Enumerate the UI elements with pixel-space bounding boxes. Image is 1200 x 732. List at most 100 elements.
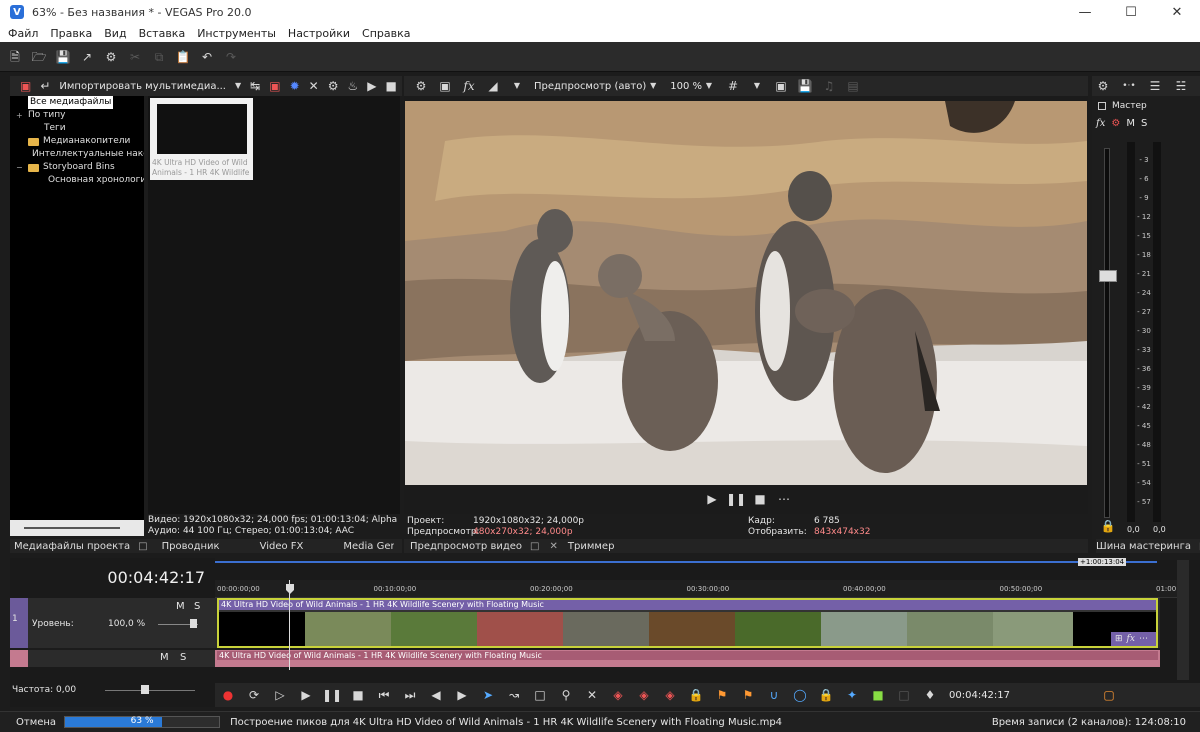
grid-icon[interactable]: # xyxy=(726,79,740,93)
tab-close-icon[interactable]: □ xyxy=(530,541,539,552)
copy-snapshot-icon[interactable]: ▣ xyxy=(774,79,788,93)
master-fx-icon[interactable]: fx xyxy=(1096,118,1105,129)
tab-media-generators[interactable]: Media Generators xyxy=(343,541,394,552)
tree-item-all-media[interactable]: Все медиафайлы xyxy=(10,96,144,109)
track-mute-button[interactable]: M xyxy=(160,652,169,663)
crop-icon[interactable]: ⊞ xyxy=(1115,634,1123,644)
external-monitor-icon[interactable]: ▣ xyxy=(438,79,452,93)
chevron-down-icon[interactable]: ▼ xyxy=(646,79,660,93)
track-solo-button[interactable]: S xyxy=(180,652,186,663)
expand-icon[interactable]: + xyxy=(16,109,24,122)
open-folder-icon[interactable]: 🗁 xyxy=(32,50,47,64)
marker-icon[interactable]: ⚑ xyxy=(715,688,729,702)
export-icon[interactable]: ↗ xyxy=(80,50,94,64)
collapse-icon[interactable]: − xyxy=(16,161,24,174)
play-icon[interactable]: ▶ xyxy=(367,79,376,93)
delete-icon[interactable]: ✕ xyxy=(585,688,599,702)
master-solo-button[interactable]: S xyxy=(1141,118,1147,129)
chevron-down-icon[interactable]: ▼ xyxy=(750,79,764,93)
loop-region-bar[interactable] xyxy=(215,561,1157,563)
import-icon[interactable]: ↵ xyxy=(40,79,50,93)
play-from-start-icon[interactable]: ▷ xyxy=(273,688,287,702)
go-to-start-icon[interactable]: ⏮ xyxy=(377,688,391,702)
next-frame-icon[interactable]: ▶ xyxy=(455,688,469,702)
master-settings-gear-icon[interactable]: ⚙ xyxy=(1096,79,1110,93)
tree-scrollbar[interactable] xyxy=(10,520,144,536)
edit-tool-icon[interactable]: ➤ xyxy=(481,688,495,702)
more-icon[interactable]: ⋯ xyxy=(777,492,791,506)
tree-item-storyboard-bins[interactable]: − Storyboard Bins xyxy=(10,161,144,174)
chevron-down-icon[interactable]: ▼ xyxy=(702,79,716,93)
play-icon[interactable]: ▶ xyxy=(705,492,719,506)
marker-pin-icon[interactable]: ♦ xyxy=(923,688,937,702)
menu-view[interactable]: Вид xyxy=(104,27,126,40)
import-media-dropdown[interactable]: Импортировать мультимедиа... xyxy=(59,81,226,92)
more-icon[interactable]: ⋯ xyxy=(1139,634,1148,644)
tab-master-bus[interactable]: Шина мастеринга xyxy=(1096,541,1191,552)
cut-icon[interactable]: ✂ xyxy=(128,50,142,64)
master-mute-button[interactable]: M xyxy=(1126,118,1135,129)
envelope-tool-icon[interactable]: ↝ xyxy=(507,688,521,702)
remove-media-icon[interactable]: ▣ xyxy=(20,79,31,93)
snapping-icon[interactable]: ∪ xyxy=(767,688,781,702)
color-match-icon[interactable]: ■ xyxy=(871,688,885,702)
audio-event-clip[interactable]: 4K Ultra HD Video of Wild Animals - 1 HR… xyxy=(217,651,1158,666)
paste-icon[interactable]: 📋 xyxy=(176,50,191,64)
media-fx-icon[interactable]: ♨ xyxy=(347,79,358,93)
menu-insert[interactable]: Вставка xyxy=(139,27,186,40)
settings-gear-icon[interactable]: ⚙ xyxy=(104,50,118,64)
fx-icon[interactable]: fx xyxy=(462,79,476,93)
tree-item-smart-bins[interactable]: Интеллектуальные накопители xyxy=(10,148,144,161)
web-icon[interactable]: ✹ xyxy=(290,79,300,93)
zoom-tool-icon[interactable]: ⚲ xyxy=(559,688,573,702)
overlay-icon[interactable]: ▤ xyxy=(846,79,860,93)
selection-tool-icon[interactable]: □ xyxy=(533,688,547,702)
split-screen-icon[interactable]: ◢ xyxy=(486,79,500,93)
cancel-button[interactable]: Отмена xyxy=(16,717,56,728)
capture-icon[interactable]: ↹ xyxy=(250,79,260,93)
menu-help[interactable]: Справка xyxy=(362,27,410,40)
menu-options[interactable]: Настройки xyxy=(288,27,350,40)
prev-frame-icon[interactable]: ◀ xyxy=(429,688,443,702)
chevron-down-icon[interactable]: ▼ xyxy=(510,79,524,93)
region-icon[interactable]: ⚑ xyxy=(741,688,755,702)
menu-edit[interactable]: Правка xyxy=(50,27,92,40)
media-thumbnail[interactable]: 4K Ultra HD Video of Wild Animals - 1 HR… xyxy=(150,98,253,180)
tree-item-media-bins[interactable]: Медианакопители xyxy=(10,135,144,148)
tab-video-fx[interactable]: Video FX xyxy=(260,541,304,552)
timeline-vscrollbar[interactable] xyxy=(1177,560,1189,680)
clip-fx-icon[interactable]: fx xyxy=(1127,634,1135,644)
new-file-icon[interactable]: 🗎 xyxy=(8,50,22,64)
split-icon[interactable]: ◈ xyxy=(663,688,677,702)
capture-video-icon[interactable]: ▣ xyxy=(269,79,280,93)
trim-start-icon[interactable]: ◈ xyxy=(611,688,625,702)
selection-icon[interactable]: □ xyxy=(897,688,911,702)
tab-video-preview[interactable]: Предпросмотр видео xyxy=(410,541,522,552)
tab-explorer[interactable]: Проводник xyxy=(162,541,220,552)
ignore-grouping-icon[interactable]: ✦ xyxy=(845,688,859,702)
minimize-icon[interactable]: — xyxy=(1062,0,1108,24)
properties-gear-icon[interactable]: ⚙ xyxy=(328,79,339,93)
record-icon[interactable]: ● xyxy=(221,688,235,702)
close-icon[interactable]: ✕ xyxy=(1154,0,1200,24)
menu-file[interactable]: Файл xyxy=(8,27,38,40)
loop-icon[interactable]: ⟳ xyxy=(247,688,261,702)
lock-icon[interactable]: 🔒 xyxy=(1101,519,1116,533)
stop-icon[interactable]: ■ xyxy=(385,79,396,93)
redo-icon[interactable]: ↷ xyxy=(224,50,238,64)
save-icon[interactable]: 💾 xyxy=(56,50,71,64)
rate-slider-handle[interactable] xyxy=(141,685,149,694)
stop-icon[interactable]: ■ xyxy=(351,688,365,702)
stop-icon[interactable]: ■ xyxy=(753,492,767,506)
master-automation-gear-icon[interactable]: ⚙ xyxy=(1111,118,1120,129)
master-fader-handle[interactable] xyxy=(1099,270,1117,282)
menu-tools[interactable]: Инструменты xyxy=(197,27,276,40)
track-solo-button[interactable]: S xyxy=(194,601,200,612)
go-to-end-icon[interactable]: ⏭ xyxy=(403,688,417,702)
zoom-dropdown[interactable]: 100 % xyxy=(670,81,702,92)
dim-icon[interactable]: ☵ xyxy=(1174,79,1188,93)
tab-close-icon[interactable]: □ xyxy=(138,541,147,552)
pause-icon[interactable]: ❚❚ xyxy=(322,688,342,702)
play-icon[interactable]: ▶ xyxy=(299,688,313,702)
tree-item-by-type[interactable]: + По типу xyxy=(10,109,144,122)
